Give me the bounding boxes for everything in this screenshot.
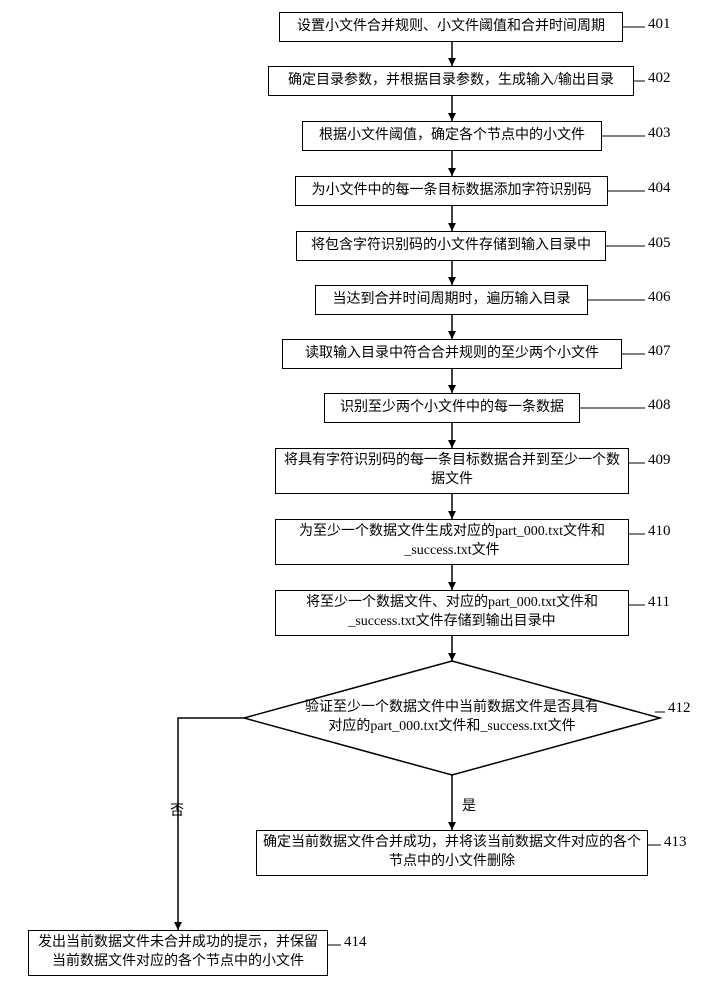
ref-410: 410 — [648, 523, 671, 540]
step-401: 设置小文件合并规则、小文件阈值和合并时间周期 — [279, 12, 623, 42]
step-414: 发出当前数据文件未合并成功的提示，并保留当前数据文件对应的各个节点中的小文件 — [28, 930, 328, 976]
ref-413: 413 — [664, 834, 687, 851]
ref-411: 411 — [648, 594, 670, 611]
flowchart-canvas: 设置小文件合并规则、小文件阈值和合并时间周期 确定目录参数，并根据目录参数，生成… — [0, 0, 722, 1000]
step-409: 将具有字符识别码的每一条目标数据合并到至少一个数据文件 — [275, 448, 629, 494]
ref-402: 402 — [648, 70, 671, 87]
step-403: 根据小文件阈值，确定各个节点中的小文件 — [302, 121, 602, 151]
ref-404: 404 — [648, 180, 671, 197]
step-408: 识别至少两个小文件中的每一条数据 — [324, 393, 580, 423]
step-405: 将包含字符识别码的小文件存储到输入目录中 — [296, 231, 606, 261]
ref-403: 403 — [648, 125, 671, 142]
step-411: 将至少一个数据文件、对应的part_000.txt文件和_success.txt… — [275, 590, 629, 636]
ref-406: 406 — [648, 289, 671, 306]
ref-412: 412 — [668, 700, 691, 717]
ref-414: 414 — [344, 934, 367, 951]
ref-405: 405 — [648, 235, 671, 252]
step-406: 当达到合并时间周期时，遍历输入目录 — [315, 285, 588, 315]
branch-no: 否 — [170, 800, 184, 820]
ref-401: 401 — [648, 16, 671, 33]
ref-407: 407 — [648, 343, 671, 360]
ref-409: 409 — [648, 452, 671, 469]
step-407: 读取输入目录中符合合并规则的至少两个小文件 — [282, 339, 622, 369]
step-413: 确定当前数据文件合并成功，并将该当前数据文件对应的各个节点中的小文件删除 — [256, 830, 648, 876]
step-402: 确定目录参数，并根据目录参数，生成输入/输出目录 — [268, 66, 634, 96]
ref-408: 408 — [648, 397, 671, 414]
step-404: 为小文件中的每一条目标数据添加字符识别码 — [295, 176, 608, 206]
step-410: 为至少一个数据文件生成对应的part_000.txt文件和_success.tx… — [275, 519, 629, 565]
step-412: 验证至少一个数据文件中当前数据文件是否具有对应的part_000.txt文件和_… — [300, 685, 604, 751]
branch-yes: 是 — [462, 795, 476, 815]
